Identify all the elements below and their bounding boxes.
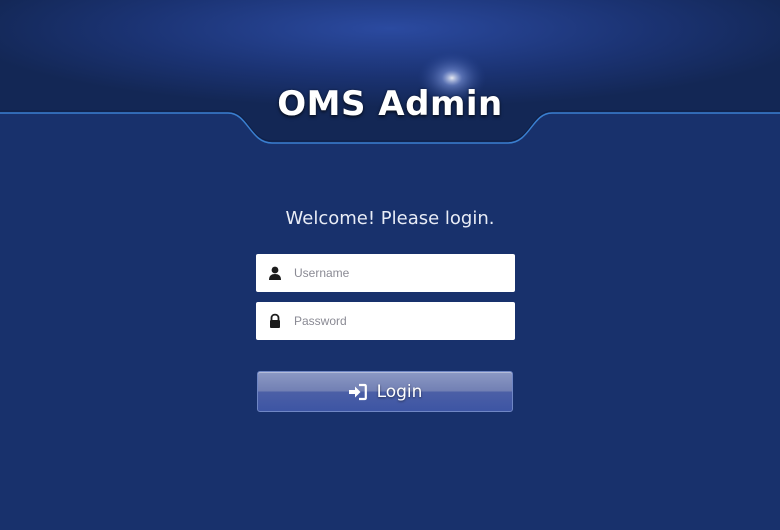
login-button[interactable]: Login bbox=[257, 371, 513, 412]
welcome-message: Welcome! Please login. bbox=[285, 208, 495, 229]
password-field[interactable] bbox=[256, 302, 515, 340]
login-button-label: Login bbox=[376, 381, 423, 402]
app-title: OMS Admin bbox=[277, 84, 503, 124]
username-field[interactable] bbox=[256, 254, 515, 292]
username-input[interactable] bbox=[294, 254, 506, 292]
user-icon bbox=[267, 265, 283, 281]
lock-icon bbox=[267, 313, 283, 329]
header-banner: OMS Admin bbox=[0, 0, 780, 145]
password-input[interactable] bbox=[294, 302, 506, 340]
sign-in-icon bbox=[348, 383, 367, 401]
